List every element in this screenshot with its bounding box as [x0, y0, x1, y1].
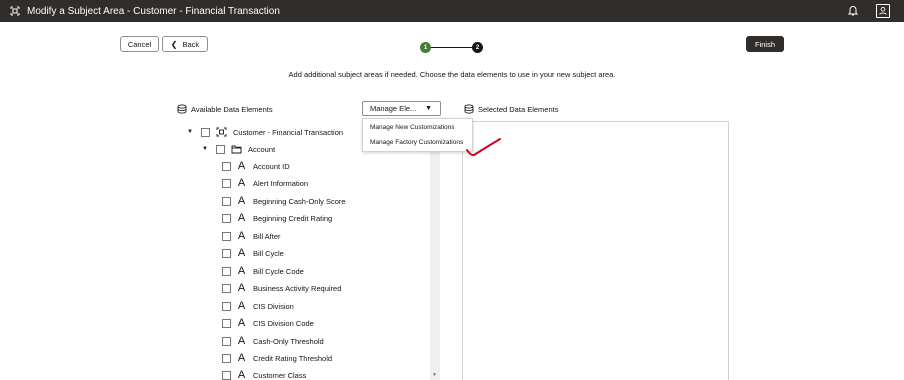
database-icon [177, 104, 187, 114]
selected-elements-label: Selected Data Elements [478, 104, 559, 114]
tree-item-label: CIS Division [253, 301, 294, 311]
tree-root-label: Customer - Financial Transaction [233, 127, 344, 137]
checkbox[interactable] [201, 127, 210, 137]
chevron-left-icon: ❮ [170, 39, 178, 49]
scroll-down-icon[interactable]: ▼ [432, 372, 437, 378]
tree-item-row[interactable]: A Customer Class [222, 369, 306, 380]
manage-elements-menu: Manage New Customizations Manage Factory… [362, 118, 473, 152]
tree-item-label: Cash-Only Threshold [253, 336, 324, 346]
tree-item-row[interactable]: A Beginning Cash-Only Score [222, 195, 346, 207]
title-bar: Modify a Subject Area - Customer - Finan… [0, 0, 904, 22]
checkbox[interactable] [222, 231, 231, 241]
attribute-icon: A [237, 212, 246, 224]
tree-item-label: Business Activity Required [253, 283, 342, 293]
checkbox[interactable] [222, 248, 231, 258]
folder-icon [231, 145, 242, 154]
manage-elements-value: Manage Ele... [370, 104, 417, 113]
checkbox[interactable] [222, 161, 231, 171]
annotation-checkmark-icon [466, 138, 501, 157]
attribute-icon: A [237, 160, 246, 172]
attribute-icon: A [237, 177, 246, 189]
checkbox[interactable] [222, 213, 231, 223]
tree-item-row[interactable]: A CIS Division Code [222, 317, 314, 329]
expand-triangle-icon[interactable]: ▼ [202, 146, 210, 152]
tree-item-label: Bill After [253, 231, 281, 241]
attribute-icon: A [237, 352, 246, 364]
tree-item-label: Beginning Cash-Only Score [253, 196, 346, 206]
available-elements-label: Available Data Elements [191, 104, 273, 114]
checkbox[interactable] [222, 266, 231, 276]
attribute-icon: A [237, 195, 246, 207]
attribute-icon: A [237, 335, 246, 347]
checkbox[interactable] [216, 144, 225, 154]
tree-scrollbar[interactable]: ▼ [430, 128, 440, 380]
menu-item-manage-new-customizations[interactable]: Manage New Customizations [370, 124, 455, 131]
tree-item-label: Credit Rating Threshold [253, 353, 333, 363]
subject-area-icon [216, 127, 227, 137]
tree-item-row[interactable]: A Alert Information [222, 177, 308, 189]
attribute-icon: A [237, 282, 246, 294]
checkbox[interactable] [222, 178, 231, 188]
tree-item-label: Bill Cycle Code [253, 266, 304, 276]
attribute-icon: A [237, 265, 246, 277]
back-button[interactable]: ❮ Back [162, 36, 208, 52]
expand-triangle-icon[interactable]: ▼ [187, 129, 195, 135]
menu-item-manage-factory-customizations[interactable]: Manage Factory Customizations [370, 139, 463, 146]
tree-item-label: Bill Cycle [253, 248, 284, 258]
step-1-indicator[interactable]: 1 [420, 42, 431, 53]
tree-item-label: CIS Division Code [253, 318, 314, 328]
tree-item-row[interactable]: A Bill Cycle [222, 247, 284, 259]
checkbox[interactable] [222, 353, 231, 363]
selected-elements-header: Selected Data Elements [464, 104, 558, 114]
tree-item-row[interactable]: A Cash-Only Threshold [222, 335, 324, 347]
checkbox[interactable] [222, 336, 231, 346]
attribute-icon: A [237, 369, 246, 380]
user-profile-icon[interactable] [876, 4, 890, 18]
attribute-icon: A [237, 300, 246, 312]
attribute-icon: A [237, 230, 246, 242]
tree-item-label: Account ID [253, 161, 290, 171]
tree-item-label: Beginning Credit Rating [253, 213, 333, 223]
checkbox[interactable] [222, 318, 231, 328]
cancel-button[interactable]: Cancel [120, 36, 159, 52]
manage-elements-dropdown[interactable]: Manage Ele... ▼ [362, 101, 441, 116]
database-icon [464, 104, 474, 114]
tree-item-row[interactable]: A Business Activity Required [222, 282, 341, 294]
tree-item-label: Customer Class [253, 370, 307, 380]
finish-button[interactable]: Finish [746, 36, 784, 52]
tree-folder-row[interactable]: ▼ Account [202, 143, 275, 155]
checkbox[interactable] [222, 370, 231, 380]
tree-item-row[interactable]: A CIS Division [222, 300, 294, 312]
tree-root-row[interactable]: ▼ Customer - Financial Transaction [187, 126, 343, 138]
tree-item-row[interactable]: A Beginning Credit Rating [222, 212, 332, 224]
tree-item-row[interactable]: A Account ID [222, 160, 290, 172]
caret-down-icon: ▼ [425, 105, 432, 112]
step-connector [431, 47, 472, 48]
notifications-icon[interactable] [847, 4, 859, 17]
back-button-label: Back [182, 39, 200, 49]
tree-item-row[interactable]: A Bill Cycle Code [222, 265, 304, 277]
attribute-icon: A [237, 247, 246, 259]
selected-elements-panel[interactable] [462, 121, 729, 380]
step-2-indicator[interactable]: 2 [472, 42, 483, 53]
tree-item-row[interactable]: A Bill After [222, 230, 281, 242]
tree-item-row[interactable]: A Credit Rating Threshold [222, 352, 332, 364]
attribute-icon: A [237, 317, 246, 329]
tree-folder-label: Account [248, 144, 276, 154]
window-title: Modify a Subject Area - Customer - Finan… [27, 5, 280, 17]
checkbox[interactable] [222, 301, 231, 311]
subject-area-icon [10, 6, 20, 16]
available-elements-header: Available Data Elements [177, 104, 273, 114]
checkbox[interactable] [222, 283, 231, 293]
checkbox[interactable] [222, 196, 231, 206]
instructions-text: Add additional subject areas if needed. … [288, 70, 616, 79]
tree-item-label: Alert Information [253, 178, 309, 188]
